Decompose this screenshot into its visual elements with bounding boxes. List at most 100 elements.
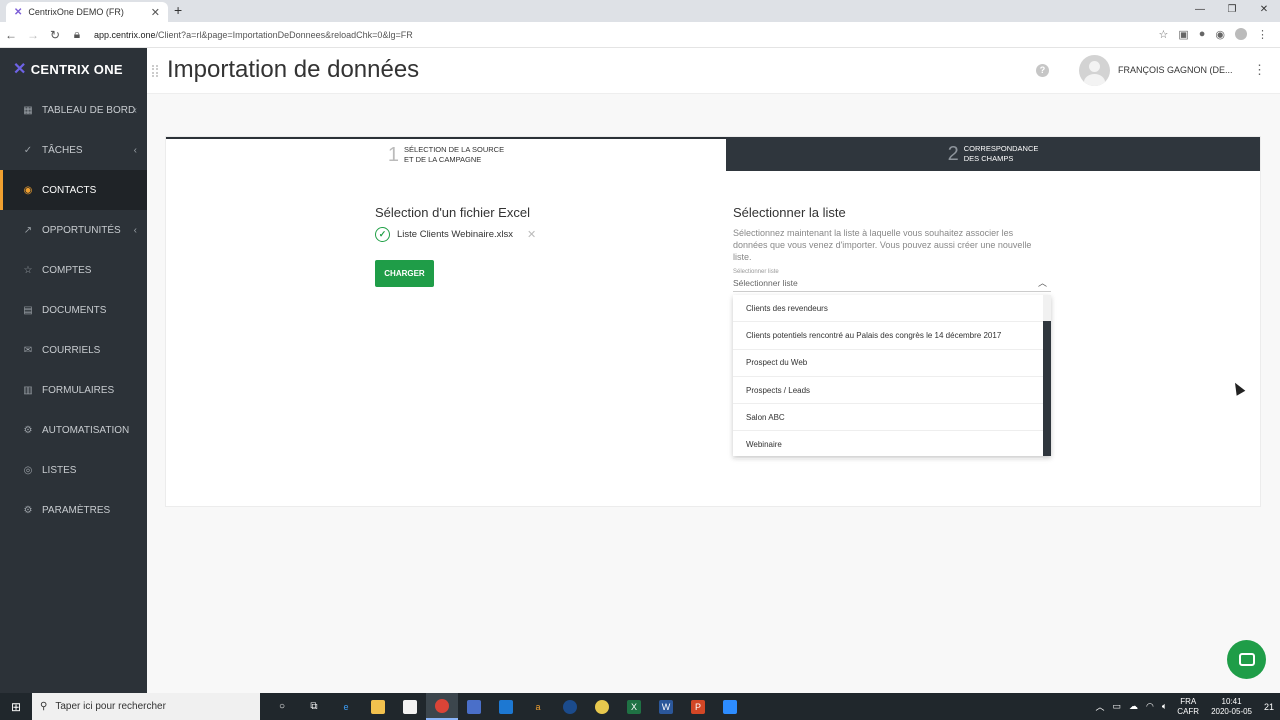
language-indicator[interactable]: FRA CAFR	[1177, 697, 1199, 717]
dropdown-option[interactable]: Webinaire	[733, 431, 1043, 459]
selected-file: ✓ Liste Clients Webinaire.xlsx ✕	[375, 227, 536, 242]
check-icon: ✓	[375, 227, 390, 242]
word-icon[interactable]: W	[650, 693, 682, 720]
step-2-label-line2: DES CHAMPS	[963, 154, 1014, 163]
sidebar-item-contacts[interactable]: ◉ CONTACTS	[0, 170, 147, 210]
file-name: Liste Clients Webinaire.xlsx	[397, 229, 513, 240]
store-icon[interactable]	[394, 693, 426, 720]
windows-start-icon[interactable]: ⊞	[0, 693, 32, 720]
document-icon: ▤	[23, 304, 33, 316]
select-list-label: Sélectionner liste	[733, 269, 779, 275]
sidebar-item-label: DOCUMENTS	[42, 304, 107, 316]
notifications-count: 21	[1263, 701, 1274, 712]
notifications-icon[interactable]: 21	[1258, 702, 1280, 712]
chrome-icon[interactable]	[426, 693, 458, 720]
mail-app-icon[interactable]	[490, 693, 522, 720]
excel-icon[interactable]: X	[618, 693, 650, 720]
chevron-left-icon[interactable]: ‹	[134, 105, 137, 116]
close-window-icon[interactable]: ✕	[1248, 0, 1280, 22]
bookmark-star-icon[interactable]: ☆	[1158, 28, 1168, 41]
profile-avatar-icon[interactable]	[1235, 28, 1247, 40]
sidebar-item-courriels[interactable]: ✉ COURRIELS	[0, 330, 147, 370]
user-avatar[interactable]	[1079, 55, 1110, 86]
step-2-tab[interactable]: 2 CORRESPONDANCE DES CHAMPS	[726, 137, 1260, 171]
brand-logo[interactable]: ✕ CENTRIX ONE	[0, 48, 147, 90]
list-section-description: Sélectionnez maintenant la liste à laque…	[733, 228, 1032, 262]
minimize-icon[interactable]: —	[1184, 0, 1216, 22]
volume-icon[interactable]: 🔈︎	[1162, 701, 1167, 712]
edge-icon[interactable]: e	[330, 693, 362, 720]
lock-icon[interactable]: 🔒︎	[66, 27, 88, 42]
url-path: /Client?a=rl&page=ImportationDeDonnees&r…	[155, 29, 413, 40]
reload-icon[interactable]: ↻	[44, 28, 66, 42]
browser-menu-icon[interactable]: ⋮	[1257, 28, 1268, 41]
file-explorer-icon[interactable]	[362, 693, 394, 720]
sidebar-item-automatisation[interactable]: ⚙ AUTOMATISATION	[0, 410, 147, 450]
amazon-icon[interactable]: a	[522, 693, 554, 720]
help-icon[interactable]: ?	[1036, 64, 1049, 77]
page-title: Importation de données	[167, 56, 420, 83]
task-view-icon[interactable]: ⧉	[298, 693, 330, 720]
sidebar-item-label: TÂCHES	[42, 144, 83, 156]
step-2-label: CORRESPONDANCE DES CHAMPS	[964, 144, 1039, 164]
remove-file-icon[interactable]: ✕	[527, 228, 536, 241]
centrix-logo-icon: ✕	[13, 61, 27, 78]
extension-pdf-icon[interactable]: ▣	[1178, 28, 1188, 41]
extension-circle-icon[interactable]: ●	[1199, 28, 1206, 41]
wifi-icon[interactable]: ◠	[1146, 701, 1154, 712]
scrollbar-thumb[interactable]	[1043, 321, 1051, 456]
chevron-left-icon[interactable]: ‹	[134, 225, 137, 236]
step-1-tab[interactable]: 1 SÉLECTION DE LA SOURCE ET DE LA CAMPAGN…	[166, 137, 726, 171]
sidebar-toggle-icon[interactable]	[152, 65, 158, 77]
extension-cast-icon[interactable]: ◉	[1215, 28, 1225, 41]
taskbar-search-placeholder: Taper ici pour rechercher	[55, 701, 166, 712]
sidebar-item-listes[interactable]: ◎ LISTES	[0, 450, 147, 490]
browser-extensions: ☆ ▣ ● ◉ ⋮	[1158, 28, 1268, 41]
chat-button[interactable]	[1227, 640, 1266, 679]
user-name[interactable]: FRANÇOIS GAGNON (DE...	[1118, 65, 1233, 75]
powerpoint-icon[interactable]: P	[682, 693, 714, 720]
upload-button[interactable]: CHARGER	[375, 260, 434, 287]
chat-bubble-icon	[1238, 653, 1255, 666]
dropdown-option[interactable]: Prospects / Leads	[733, 377, 1043, 405]
sidebar: ✕ CENTRIX ONE ▦ TABLEAU DE BORD ‹ ✓ TÂCHES ‹ ◉…	[0, 48, 147, 693]
dropdown-scrollbar[interactable]	[1043, 295, 1051, 456]
new-tab-button[interactable]: +	[174, 2, 182, 18]
list-select[interactable]: Sélectionner liste ︿	[733, 278, 1051, 292]
more-options-icon[interactable]: ⋮	[1253, 62, 1266, 78]
dropdown-option[interactable]: Prospect du Web	[733, 350, 1043, 377]
cloud-icon[interactable]: ☁	[1129, 701, 1138, 712]
chevron-left-icon[interactable]: ‹	[134, 145, 137, 156]
restore-icon[interactable]: ❐	[1216, 0, 1248, 22]
sidebar-item-parametres[interactable]: ⚙ PARAMÈTRES	[0, 490, 147, 530]
save-app-icon[interactable]	[458, 693, 490, 720]
network-device-icon[interactable]: ▭	[1113, 701, 1122, 712]
fingerprint-icon: ◎	[23, 464, 33, 476]
sidebar-item-label: LISTES	[42, 464, 77, 476]
sidebar-item-label: AUTOMATISATION	[42, 424, 130, 436]
sidebar-item-documents[interactable]: ▤ DOCUMENTS	[0, 290, 147, 330]
dropdown-option[interactable]: Clients potentiels rencontré au Palais d…	[733, 322, 1043, 350]
url-field[interactable]: app.centrix.one/Client?a=rl&page=Importa…	[94, 30, 1158, 40]
sidebar-item-tableau-de-bord[interactable]: ▦ TABLEAU DE BORD ‹	[0, 90, 147, 130]
forward-icon[interactable]: →	[22, 28, 44, 42]
sidebar-item-taches[interactable]: ✓ TÂCHES ‹	[0, 130, 147, 170]
clock-date: 2020-05-05	[1211, 706, 1252, 716]
clock[interactable]: 10:41 2020-05-05	[1211, 697, 1252, 717]
taskbar-search[interactable]: ⚲ Taper ici pour rechercher	[32, 693, 260, 720]
back-icon[interactable]: ←	[0, 28, 22, 42]
page-header: Importation de données ? FRANÇOIS GAGNON…	[147, 48, 1280, 94]
dropdown-option[interactable]: Clients des revendeurs	[733, 295, 1043, 323]
browser-tab[interactable]: ✕ CentrixOne DEMO (FR) ✕	[6, 2, 168, 22]
sidebar-item-opportunites[interactable]: ↗ OPPORTUNITÉS ‹	[0, 210, 147, 250]
tab-close-icon[interactable]: ✕	[151, 6, 160, 19]
sidebar-item-formulaires[interactable]: ▥ FORMULAIRES	[0, 370, 147, 410]
cortana-icon[interactable]: ○	[266, 693, 298, 720]
sidebar-nav: ▦ TABLEAU DE BORD ‹ ✓ TÂCHES ‹ ◉ CONTACTS ↗ OPPOR…	[0, 90, 147, 530]
cisco-icon[interactable]	[554, 693, 586, 720]
dropdown-option[interactable]: Salon ABC	[733, 404, 1043, 432]
tray-expand-icon[interactable]: ︿	[1096, 700, 1105, 713]
sidebar-item-comptes[interactable]: ☆ COMPTES	[0, 250, 147, 290]
zoom-icon[interactable]	[714, 693, 746, 720]
app-yellow-icon[interactable]	[586, 693, 618, 720]
